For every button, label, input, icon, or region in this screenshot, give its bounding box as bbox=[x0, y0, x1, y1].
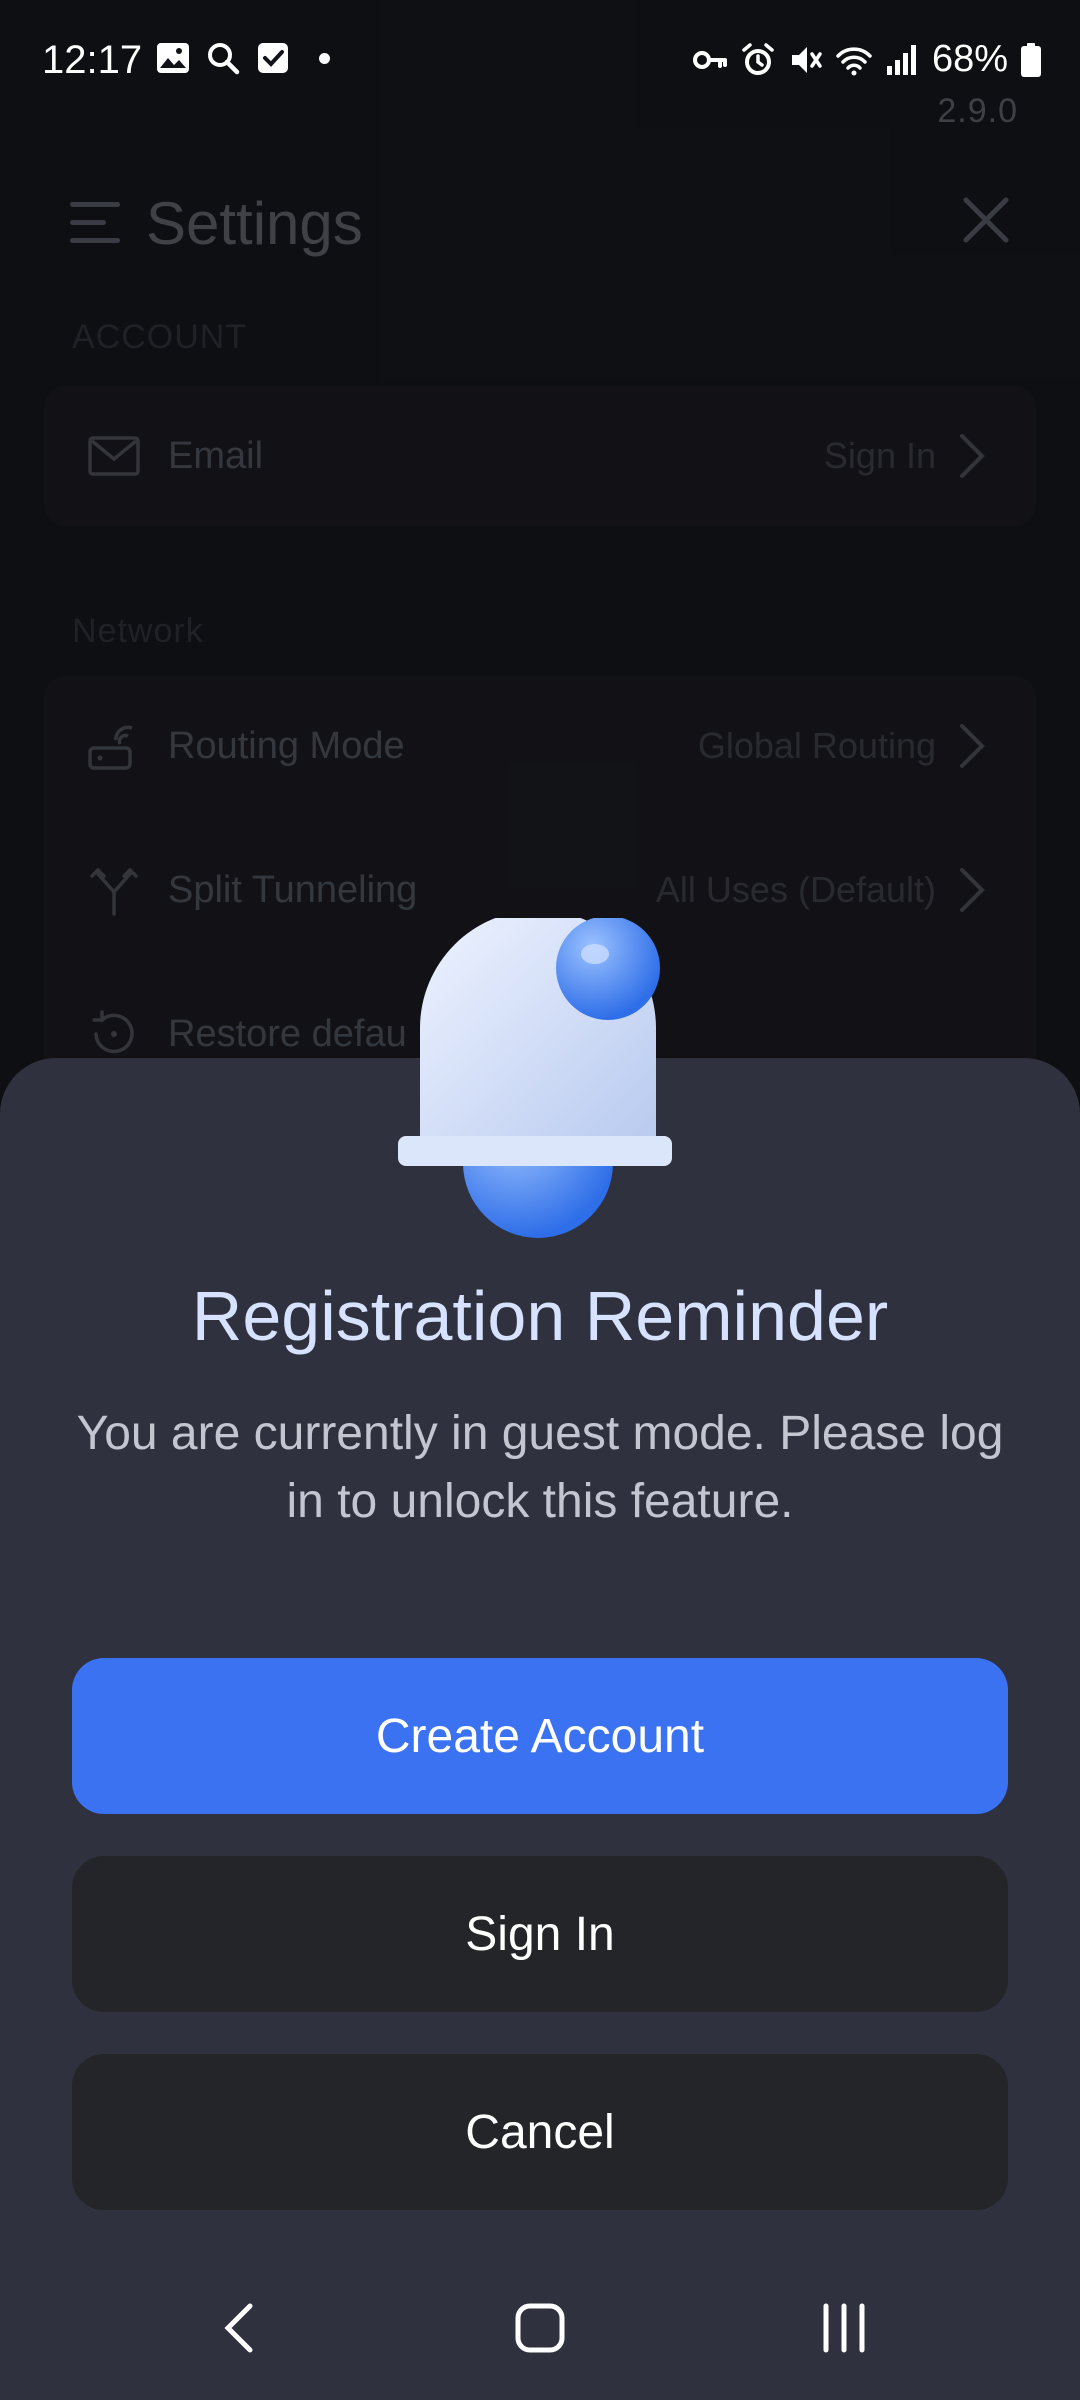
battery-icon bbox=[1021, 42, 1041, 77]
bell-icon bbox=[398, 918, 672, 1238]
wifi-icon bbox=[836, 46, 872, 75]
notification-dot-icon bbox=[319, 52, 330, 64]
screen: 2.9.0 Settings ACCOUNT Email Sign In Net… bbox=[0, 0, 1080, 2400]
mute-icon bbox=[791, 46, 822, 73]
recents-icon bbox=[823, 2303, 865, 2353]
search-icon bbox=[208, 43, 240, 75]
task-check-icon bbox=[258, 43, 288, 73]
notification-icons bbox=[155, 40, 330, 76]
signal-icon bbox=[886, 44, 916, 75]
system-nav-bar bbox=[0, 2250, 1080, 2400]
sign-in-button[interactable]: Sign In bbox=[72, 1856, 1008, 2012]
status-time: 12:17 bbox=[42, 38, 143, 82]
registration-reminder-sheet: Registration Reminder You are currently … bbox=[0, 918, 1080, 2400]
gallery-icon bbox=[157, 43, 189, 73]
create-account-button[interactable]: Create Account bbox=[72, 1658, 1008, 1814]
dialog-title: Registration Reminder bbox=[191, 1277, 889, 1355]
system-icons: 68% bbox=[692, 38, 1042, 81]
cancel-button[interactable]: Cancel bbox=[72, 2054, 1008, 2210]
nav-home-button[interactable] bbox=[490, 2278, 590, 2378]
nav-back-button[interactable] bbox=[190, 2278, 290, 2378]
alarm-icon bbox=[742, 42, 774, 75]
back-icon bbox=[224, 2303, 253, 2353]
dialog-message: You are currently in guest mode. Please … bbox=[76, 1407, 1004, 1528]
vpn-key-icon bbox=[692, 50, 727, 69]
nav-recents-button[interactable] bbox=[794, 2278, 894, 2378]
home-icon bbox=[515, 2303, 565, 2353]
status-bar: 12:17 68% bbox=[0, 0, 1080, 120]
battery-percent: 68% bbox=[931, 38, 1008, 80]
